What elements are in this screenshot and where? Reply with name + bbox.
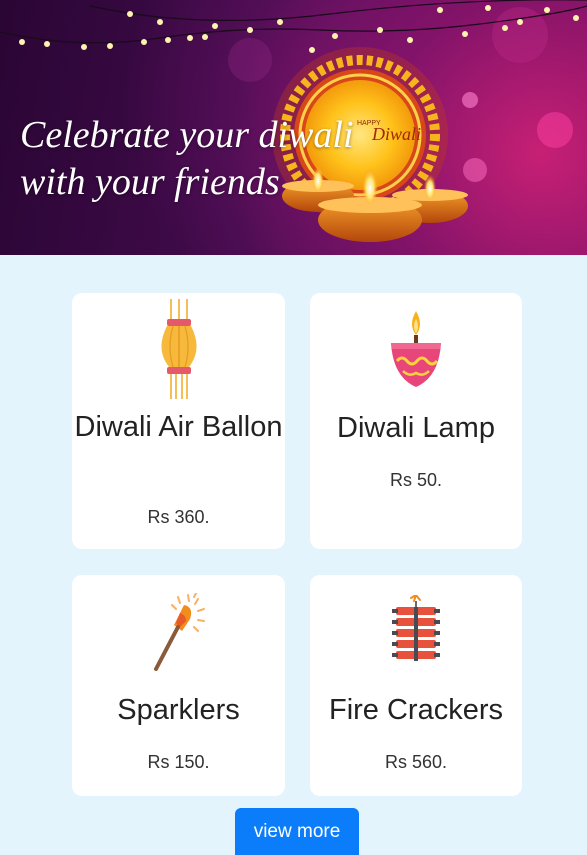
sky-lantern-icon — [160, 299, 197, 399]
product-price: Rs 150. — [147, 752, 210, 772]
hero-banner: HAPPY Diwali Celebrate your diwali with … — [0, 0, 587, 255]
product-price: Rs 360. — [147, 507, 210, 527]
firecrackers-icon — [392, 595, 440, 661]
diya-lamp-icon — [391, 311, 441, 387]
hero-title-line-2: with your friends — [20, 161, 280, 203]
product-card-diwali-lamp[interactable]: Diwali Lamp Rs 50. — [310, 293, 522, 549]
product-price: Rs 560. — [384, 752, 448, 772]
hero-title-line-1: Celebrate your diwali — [20, 114, 354, 156]
product-name: Diwali Lamp — [337, 412, 495, 444]
product-name: Fire Crackers — [328, 694, 503, 726]
product-card-fire-crackers[interactable]: Fire Crackers Rs 560. — [310, 575, 522, 796]
product-card-air-ballon[interactable]: Diwali Air Ballon Rs 360. — [72, 293, 285, 549]
product-price: Rs 50. — [389, 470, 443, 490]
product-card-sparklers[interactable]: Sparklers Rs 150. — [72, 575, 285, 796]
product-name: Diwali Air Ballon — [74, 411, 283, 443]
hero-title: Celebrate your diwali with your friends — [20, 112, 400, 206]
sparkler-icon — [153, 593, 205, 671]
view-more-button[interactable]: view more — [235, 808, 359, 855]
product-name: Sparklers — [117, 694, 240, 726]
